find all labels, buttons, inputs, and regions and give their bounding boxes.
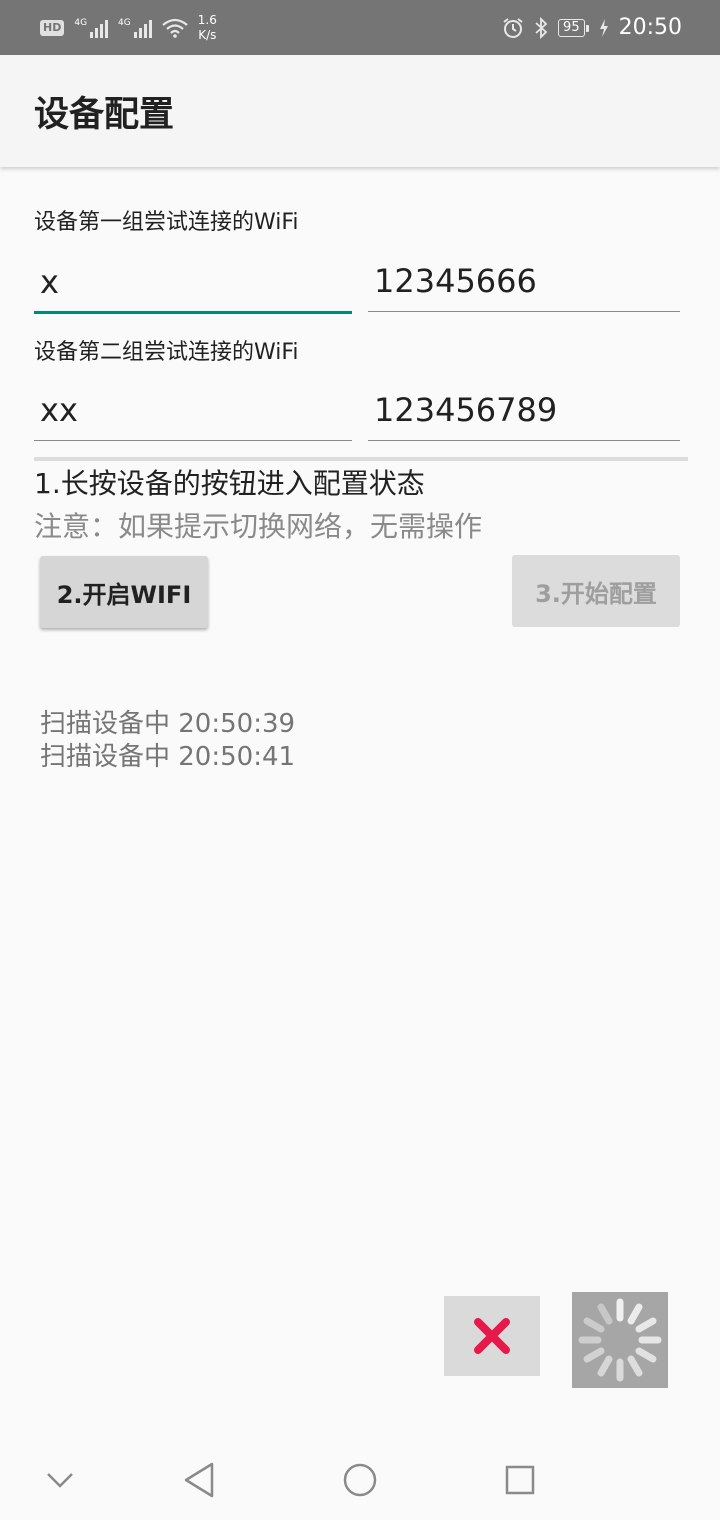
charging-icon — [599, 18, 608, 37]
group1-password-input[interactable]: 12345666 — [368, 250, 680, 312]
group2-password-value: 123456789 — [374, 390, 558, 429]
status-bar-right: 95 20:50 — [502, 15, 682, 40]
group2-password-input[interactable]: 123456789 — [368, 379, 680, 441]
status-bar: HD 4G 4G 1.6 K/s 95 20:50 — [0, 0, 720, 55]
start-config-button[interactable]: 3.开始配置 — [512, 555, 680, 627]
status-bar-left: HD 4G 4G 1.6 K/s — [40, 13, 217, 43]
chevron-down-icon[interactable] — [40, 1460, 80, 1500]
battery-icon: 95 — [558, 18, 589, 37]
wifi-icon — [162, 18, 188, 38]
hd-icon: HD — [40, 19, 65, 36]
alarm-icon — [503, 17, 523, 38]
group2-label: 设备第二组尝试连接的WiFi — [34, 340, 299, 365]
loading-indicator — [572, 1292, 668, 1388]
step1-instruction: 1.长按设备的按钮进入配置状态 — [34, 467, 425, 500]
cancel-button[interactable] — [444, 1296, 540, 1376]
group2-ssid-input[interactable]: xx — [34, 379, 352, 441]
log-line: 扫描设备中 20:50:41 — [40, 742, 296, 772]
log-line: 扫描设备中 20:50:39 — [40, 709, 296, 739]
back-icon[interactable] — [180, 1460, 220, 1500]
spinner-icon — [578, 1298, 662, 1382]
network-speed: 1.6 K/s — [197, 12, 217, 42]
network-type-label: 4G — [74, 17, 88, 28]
navigation-bar — [0, 1440, 720, 1520]
app-bar: 设备配置 — [0, 55, 720, 167]
close-icon — [474, 1318, 510, 1354]
group1-ssid-input[interactable]: x — [34, 252, 352, 314]
group1-ssid-value: x — [40, 262, 59, 301]
recents-icon[interactable] — [500, 1460, 540, 1500]
signal-icon: 4G — [74, 17, 109, 38]
note-text: 注意：如果提示切换网络，无需操作 — [34, 510, 483, 543]
group2-ssid-value: xx — [40, 390, 78, 429]
scan-log: 扫描设备中 20:50:39 扫描设备中 20:50:41 — [40, 708, 295, 774]
group1-label: 设备第一组尝试连接的WiFi — [34, 210, 299, 235]
page-title: 设备配置 — [34, 94, 175, 135]
group1-password-value: 12345666 — [374, 261, 537, 300]
open-wifi-button[interactable]: 2.开启WIFI — [40, 556, 208, 628]
bluetooth-icon — [535, 16, 548, 39]
divider — [34, 457, 688, 461]
clock: 20:50 — [618, 15, 682, 40]
network-type-label-2: 4G — [118, 17, 131, 28]
signal-icon-2: 4G — [118, 18, 152, 38]
home-icon[interactable] — [340, 1460, 380, 1500]
